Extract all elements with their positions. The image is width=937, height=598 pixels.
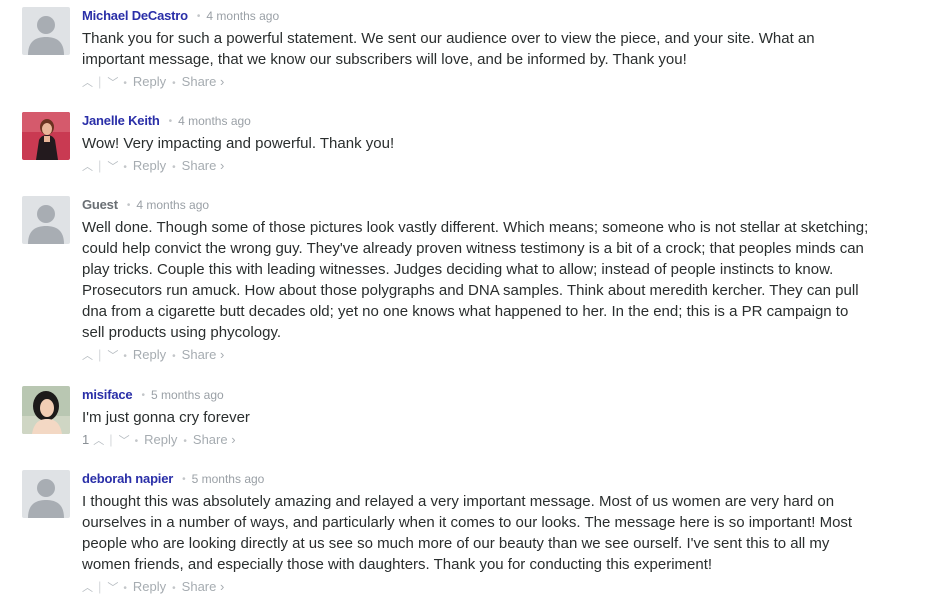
comment-text: Wow! Very impacting and powerful. Thank … — [82, 135, 395, 152]
chevron-down-icon[interactable]: ﹀ — [107, 158, 118, 176]
avatar[interactable] — [22, 386, 70, 434]
default-avatar-icon — [28, 16, 64, 55]
chevron-down-icon[interactable]: ﹀ — [107, 74, 118, 92]
comment-header: misiface • 5 months ago — [82, 386, 872, 404]
chevron-down-icon[interactable]: ﹀ — [107, 347, 118, 365]
comment-footer: ︿ | ﹀ • Reply • Share › — [82, 73, 872, 91]
comment-footer: ︿ | ﹀ • Reply • Share › — [82, 578, 872, 596]
chevron-up-icon[interactable]: ︿ — [82, 158, 93, 176]
comment-footer: ︿ | ﹀ • Reply • Share › — [82, 346, 872, 364]
reply-link[interactable]: Reply — [133, 347, 166, 362]
user-photo-icon — [22, 386, 70, 434]
share-link[interactable]: Share › — [182, 74, 225, 89]
share-link[interactable]: Share › — [182, 579, 225, 594]
comment-text: I thought this was absolutely amazing an… — [82, 493, 853, 573]
vote-divider: | — [98, 74, 102, 89]
avatar[interactable] — [22, 196, 70, 244]
upvote-count: 1 — [82, 432, 90, 447]
avatar[interactable] — [22, 112, 70, 160]
separator-dot: • — [141, 390, 145, 401]
comment-text: Thank you for such a powerful statement.… — [82, 30, 815, 68]
timestamp[interactable]: 4 months ago — [136, 198, 209, 212]
comment-text: I'm just gonna cry forever — [82, 409, 250, 426]
vote-divider: | — [98, 158, 102, 173]
separator-dot: • — [168, 116, 173, 127]
vote-divider: | — [109, 432, 113, 447]
author-name[interactable]: misiface — [82, 387, 133, 402]
author-name[interactable]: Janelle Keith — [82, 113, 160, 128]
reply-link[interactable]: Reply — [133, 74, 166, 89]
chevron-down-icon[interactable]: ﹀ — [119, 432, 130, 450]
comment-header: Janelle Keith • 4 months ago — [82, 112, 872, 130]
comment-footer: ︿ | ﹀ • Reply • Share › — [82, 157, 872, 175]
timestamp[interactable]: 5 months ago — [192, 472, 265, 486]
timestamp[interactable]: 4 months ago — [178, 114, 251, 128]
vote-divider: | — [98, 347, 102, 362]
author-name: Guest — [82, 197, 118, 212]
user-photo-icon — [22, 112, 70, 160]
timestamp[interactable]: 5 months ago — [151, 388, 224, 402]
avatar[interactable] — [22, 7, 70, 55]
default-avatar-icon — [28, 479, 64, 518]
default-avatar-icon — [28, 205, 64, 244]
comment-footer: 1 ︿ | ﹀ • Reply • Share › — [82, 431, 872, 449]
author-name[interactable]: deborah napier — [82, 471, 173, 486]
reply-link[interactable]: Reply — [133, 158, 166, 173]
share-link[interactable]: Share › — [182, 347, 225, 362]
timestamp[interactable]: 4 months ago — [206, 9, 279, 23]
vote-divider: | — [98, 579, 102, 594]
chevron-up-icon[interactable]: ︿ — [82, 579, 93, 597]
comment-header: Michael DeCastro • 4 months ago — [82, 7, 872, 25]
chevron-up-icon[interactable]: ︿ — [82, 347, 93, 365]
separator-dot: • — [126, 200, 131, 211]
reply-link[interactable]: Reply — [144, 432, 177, 447]
chevron-up-icon[interactable]: ︿ — [82, 74, 93, 92]
comment-text: Well done. Though some of those pictures… — [82, 219, 869, 341]
separator-dot: • — [182, 474, 186, 485]
author-name[interactable]: Michael DeCastro — [82, 8, 188, 23]
comment-header: Guest • 4 months ago — [82, 196, 872, 214]
comment-header: deborah napier • 5 months ago — [82, 470, 872, 488]
chevron-up-icon[interactable]: ︿ — [93, 432, 104, 450]
separator-dot: • — [196, 11, 201, 22]
chevron-down-icon[interactable]: ﹀ — [107, 579, 118, 597]
share-link[interactable]: Share › — [193, 432, 236, 447]
share-link[interactable]: Share › — [182, 158, 225, 173]
avatar[interactable] — [22, 470, 70, 518]
reply-link[interactable]: Reply — [133, 579, 166, 594]
